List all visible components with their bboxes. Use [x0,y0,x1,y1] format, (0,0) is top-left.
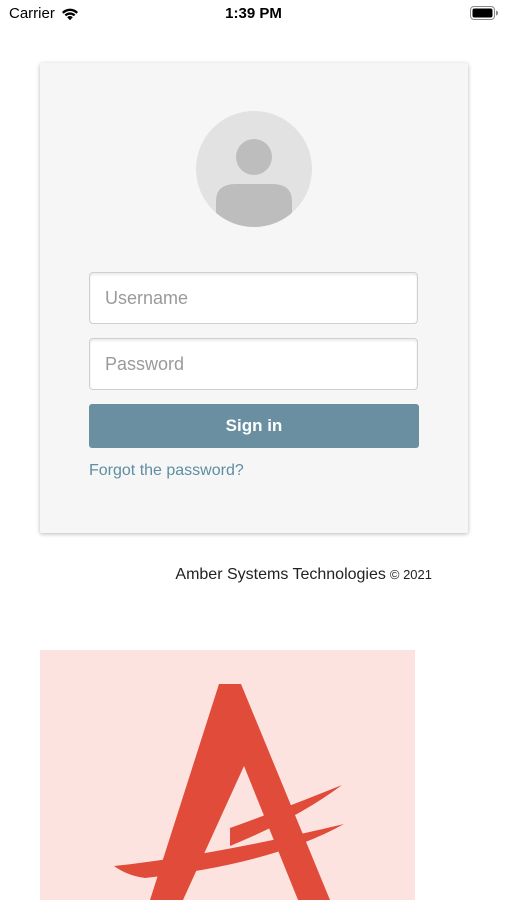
amber-logo-a-icon [114,684,344,900]
forgot-password-link[interactable]: Forgot the password? [89,462,244,480]
login-card: Sign in Forgot the password? [40,63,468,533]
sign-in-button[interactable]: Sign in [89,404,419,448]
copyright-year: © 2021 [389,567,432,582]
battery-icon [470,6,499,20]
username-input[interactable] [89,272,418,324]
status-bar: Carrier 1:39 PM [0,0,507,30]
status-time: 1:39 PM [225,5,282,22]
copyright-footer: Amber Systems Technologies © 2021 [0,566,432,584]
user-avatar-icon [196,111,312,227]
company-name: Amber Systems Technologies [175,566,386,583]
password-input[interactable] [89,338,418,390]
logo-banner [40,650,415,900]
